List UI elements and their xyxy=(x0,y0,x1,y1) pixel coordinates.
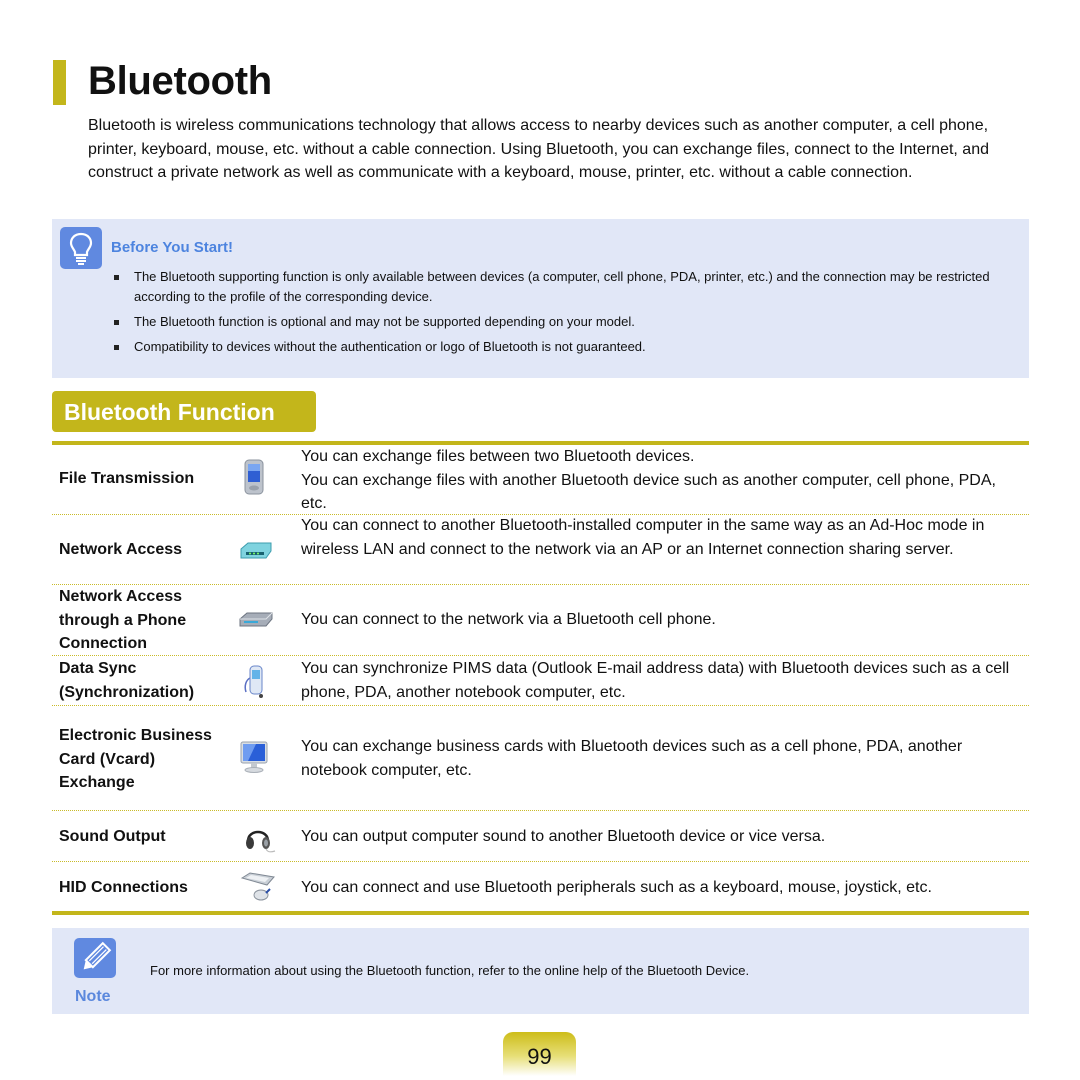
row-label: Sound Output xyxy=(59,828,166,845)
row-label: Network Access through a Phone Connectio… xyxy=(59,588,187,652)
router-icon xyxy=(238,541,274,577)
row-description: You can synchronize PIMS data (Outlook E… xyxy=(301,660,1010,701)
list-item: Compatibility to devices without the aut… xyxy=(112,337,1012,357)
pda-icon xyxy=(240,459,276,495)
row-description: You can connect and use Bluetooth periph… xyxy=(301,879,932,896)
page-number: 99 xyxy=(503,1032,576,1076)
table-row: File Transmission You can exchange files… xyxy=(52,445,1029,515)
row-description: You can connect to another Bluetooth-ins… xyxy=(301,517,985,558)
row-description: You can output computer sound to another… xyxy=(301,828,826,845)
note-label: Note xyxy=(75,988,111,1005)
table-row: HID Connections You can connect and use … xyxy=(52,862,1029,911)
note-text: For more information about using the Blu… xyxy=(150,963,750,978)
row-description: You can exchange business cards with Blu… xyxy=(301,738,963,779)
table-row: Data Sync (Synchronization) You can sync… xyxy=(52,656,1029,706)
row-label: HID Connections xyxy=(59,879,188,896)
row-description: You can connect to the network via a Blu… xyxy=(301,611,716,628)
cell-phone-icon xyxy=(242,662,278,698)
lightbulb-icon xyxy=(60,227,102,269)
section-title: Bluetooth Function xyxy=(52,391,316,432)
modem-icon xyxy=(238,610,274,646)
title-accent-bar xyxy=(53,60,66,105)
row-description: You can exchange files with another Blue… xyxy=(301,471,996,513)
keyboard-mouse-icon xyxy=(240,868,276,904)
list-item: The Bluetooth function is optional and m… xyxy=(112,312,1012,332)
row-label: Data Sync (Synchronization) xyxy=(59,660,195,701)
headphones-icon xyxy=(242,821,278,857)
row-label: Network Access xyxy=(59,541,183,558)
intro-paragraph: Bluetooth is wireless communications tec… xyxy=(88,117,989,181)
row-label: File Transmission xyxy=(59,470,195,487)
row-label: Electronic Business Card (Vcard) Exchang… xyxy=(59,727,212,791)
table-row: Electronic Business Card (Vcard) Exchang… xyxy=(52,706,1029,811)
row-description: You can exchange files between two Bluet… xyxy=(301,448,695,465)
table-row: Network Access through a Phone Connectio… xyxy=(52,585,1029,656)
table-row: Sound Output You can output computer sou… xyxy=(52,811,1029,862)
table-row: Network Access You can connect to anothe… xyxy=(52,515,1029,585)
before-you-start-title: Before You Start! xyxy=(111,239,233,256)
list-item: The Bluetooth supporting function is onl… xyxy=(112,267,1012,307)
table-bottom-rule xyxy=(52,911,1029,915)
pencil-icon xyxy=(74,938,116,978)
monitor-icon xyxy=(238,740,274,776)
before-you-start-list: The Bluetooth supporting function is onl… xyxy=(112,267,1012,362)
page-title: Bluetooth xyxy=(88,59,272,103)
